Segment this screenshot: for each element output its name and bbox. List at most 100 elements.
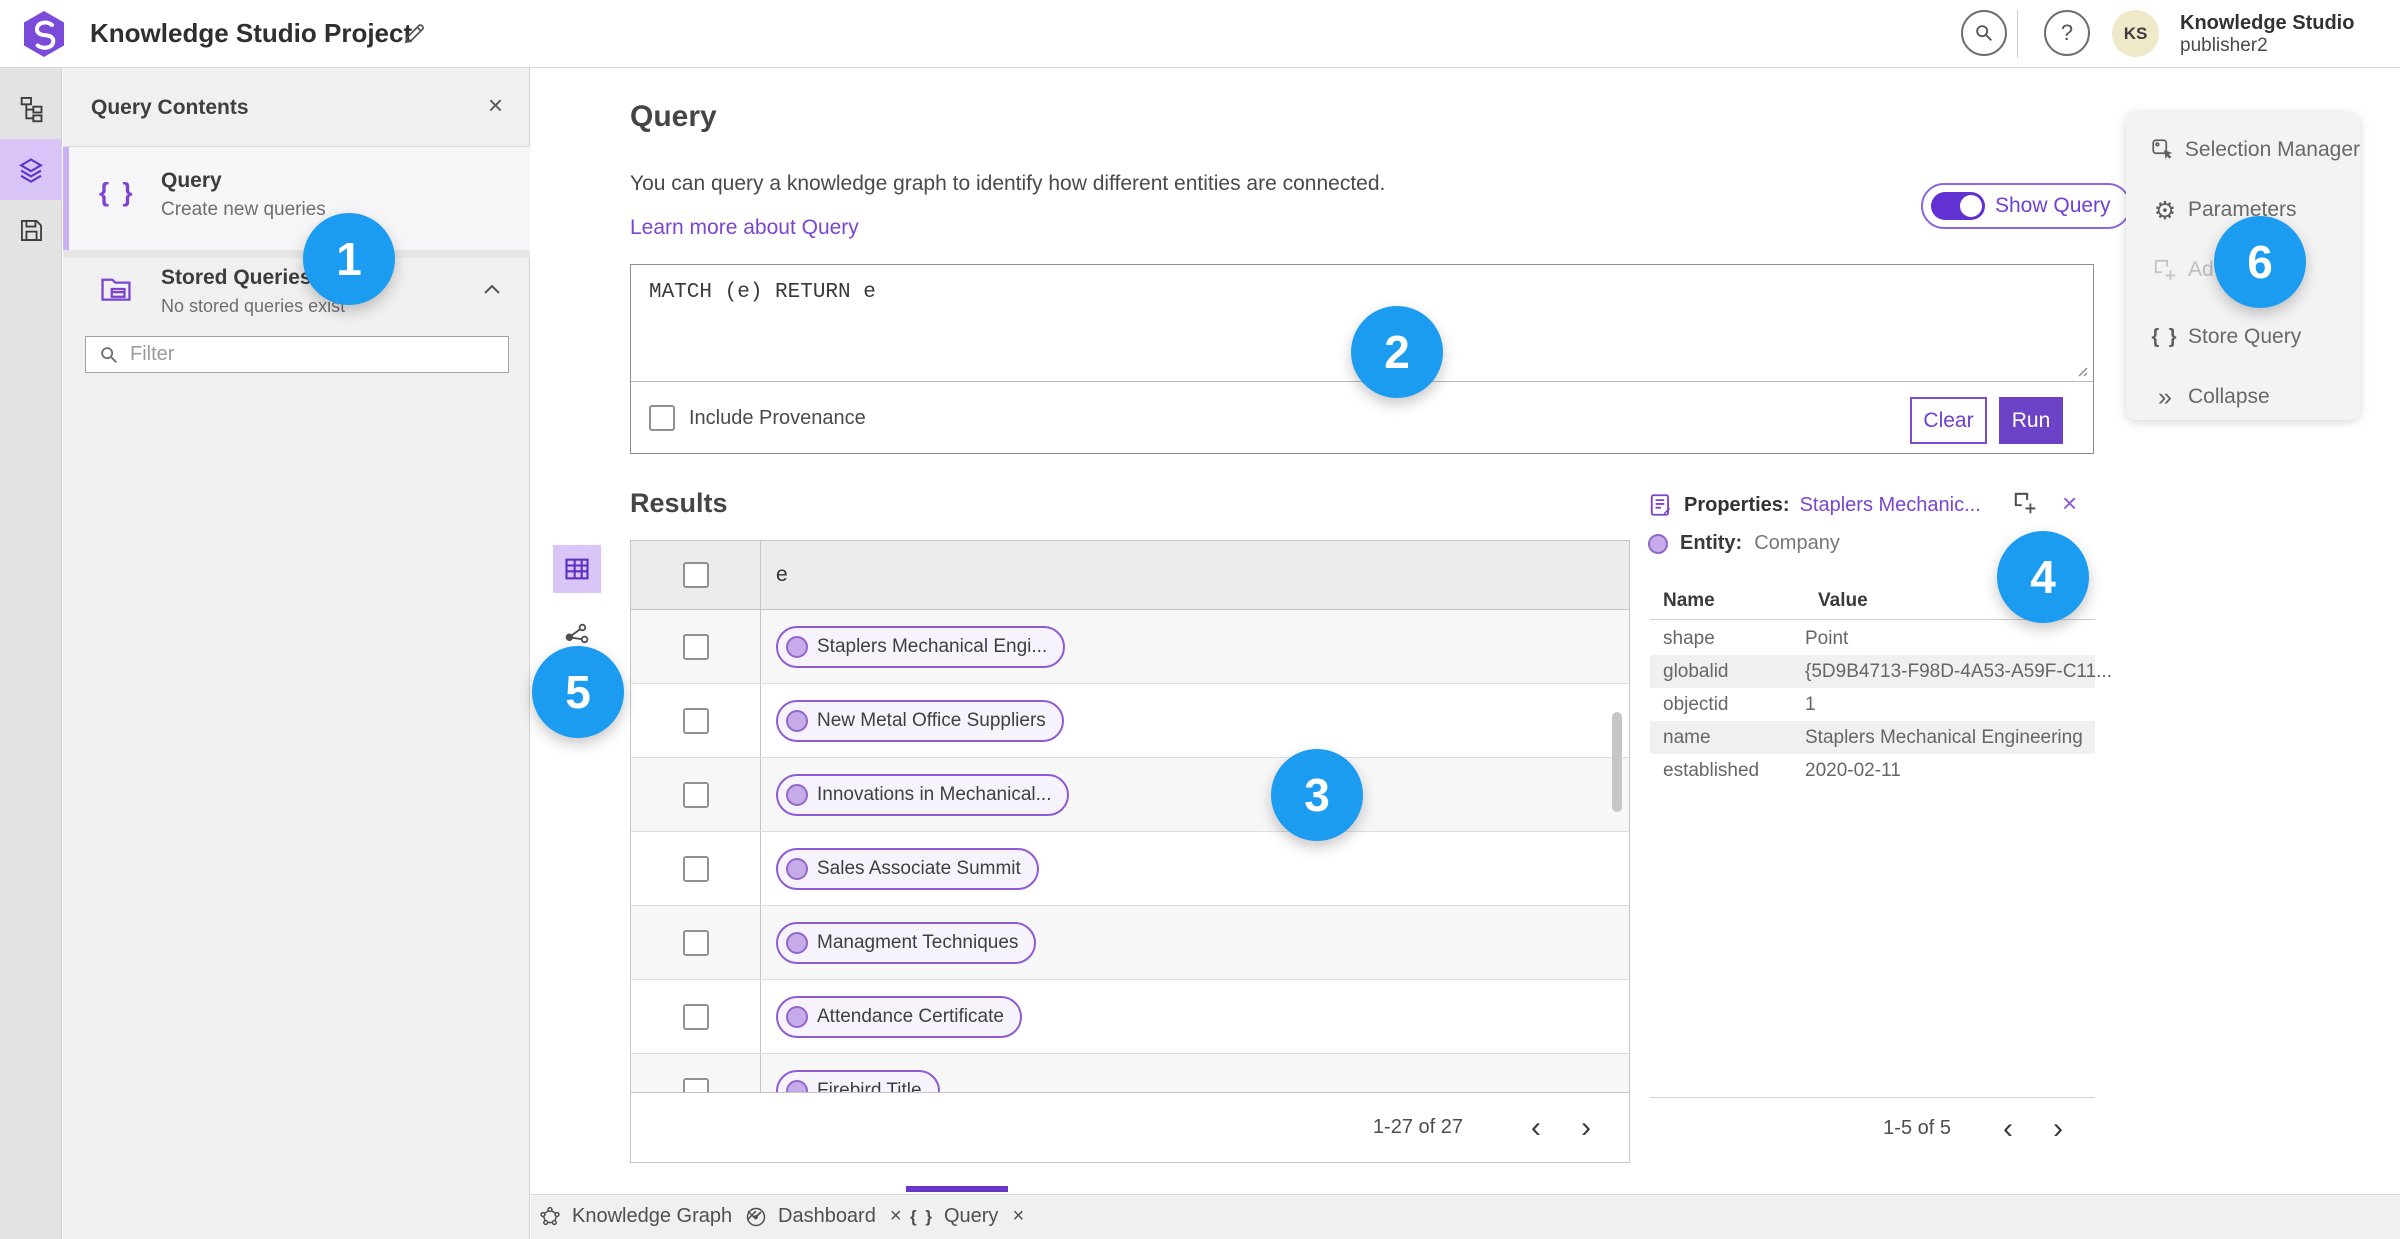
property-row[interactable]: objectid 1 — [1650, 688, 2095, 721]
entity-dot-icon — [786, 635, 808, 658]
entity-pill[interactable]: Managment Techniques — [776, 921, 1037, 964]
rail-item-query[interactable] — [0, 139, 62, 200]
action-collapse[interactable]: » Collapse — [2126, 369, 2360, 425]
next-page-button[interactable]: › — [1569, 1111, 1603, 1145]
property-row[interactable]: globalid {5D9B4713-F98D-4A53-A59F-C11... — [1650, 655, 2112, 688]
active-tab-indicator — [906, 1186, 1008, 1192]
run-button[interactable]: Run — [1999, 397, 2063, 444]
prev-page-button[interactable]: ‹ — [1991, 1112, 2025, 1146]
entity-type: Company — [1754, 532, 1840, 554]
annotation-badge-3: 3 — [1271, 749, 1363, 841]
prev-page-button[interactable]: ‹ — [1519, 1111, 1553, 1145]
entity-pill[interactable]: Attendance Certificate — [776, 995, 1022, 1038]
property-row[interactable]: name Staplers Mechanical Engineering — [1650, 721, 2095, 754]
next-page-button[interactable]: › — [2041, 1112, 2075, 1146]
tab-dashboard[interactable]: Dashboard × — [744, 1194, 902, 1239]
table-row[interactable]: Firebird Title — [631, 1054, 1629, 1092]
clear-button[interactable]: Clear — [1910, 397, 1987, 444]
add-to-new-icon — [2014, 492, 2036, 514]
entity-pill[interactable]: New Metal Office Suppliers — [776, 699, 1064, 742]
help-button[interactable]: ? — [2044, 10, 2090, 56]
properties-close-button[interactable]: × — [2062, 488, 2077, 519]
properties-header: Properties: Staplers Mechanic... — [1648, 492, 1981, 518]
close-icon: × — [1012, 1205, 1025, 1227]
entity-dot-icon — [786, 931, 808, 954]
item-label: Stored Queries — [161, 266, 312, 289]
prop-name: objectid — [1663, 693, 1729, 715]
table-row[interactable]: Managment Techniques — [631, 906, 1629, 980]
close-icon: × — [2062, 488, 2078, 518]
properties-entity-link[interactable]: Staplers Mechanic... — [1800, 494, 1981, 517]
tab-query[interactable]: { } Query × — [910, 1194, 1024, 1239]
chevron-right-icon: › — [1581, 1110, 1591, 1144]
item-label: Query — [161, 169, 222, 192]
row-checkbox[interactable] — [682, 929, 709, 956]
annotation-badge-6: 6 — [2214, 216, 2306, 308]
table-row[interactable]: Staplers Mechanical Engi... — [631, 610, 1629, 684]
account-name: Knowledge Studio — [2180, 12, 2355, 34]
entity-pill[interactable]: Innovations in Mechanical... — [776, 773, 1070, 816]
row-checkbox[interactable] — [682, 1077, 709, 1092]
table-row[interactable]: Attendance Certificate — [631, 980, 1629, 1054]
entity-label: Entity: — [1680, 532, 1743, 554]
entity-dot-icon — [786, 783, 808, 806]
results-scrollbar[interactable] — [1612, 712, 1622, 812]
prop-value: Staplers Mechanical Engineering — [1805, 726, 2083, 748]
toggle-knob — [1960, 195, 1982, 217]
query-contents-item-query[interactable]: { } Query Create new queries — [63, 147, 530, 250]
panel-close-button[interactable]: × — [488, 90, 503, 121]
resize-handle[interactable] — [2074, 363, 2088, 377]
property-row[interactable]: shape Point — [1650, 622, 2095, 655]
row-checkbox[interactable] — [682, 633, 709, 660]
collapse-section-button[interactable] — [480, 278, 504, 302]
search-button[interactable] — [1961, 10, 2007, 56]
avatar[interactable]: KS — [2112, 10, 2159, 57]
chevron-left-icon: ‹ — [1531, 1110, 1541, 1144]
show-query-toggle[interactable]: Show Query — [1921, 183, 2131, 229]
graph-icon — [540, 1206, 560, 1225]
chevron-up-icon — [484, 284, 500, 294]
open-in-new-button[interactable] — [2012, 490, 2038, 516]
rail-item-data-model[interactable] — [0, 78, 62, 139]
action-selection-manager[interactable]: Selection Manager — [2126, 122, 2360, 178]
row-checkbox[interactable] — [682, 1003, 709, 1030]
properties-table: shape Point globalid {5D9B4713-F98D-4A53… — [1650, 622, 2112, 787]
edit-title-button[interactable] — [398, 18, 430, 50]
prop-name: shape — [1663, 627, 1715, 649]
row-checkbox[interactable] — [682, 855, 709, 882]
column-header-e: e — [776, 563, 788, 586]
results-table: e Staplers Mechanical Engi... New Metal … — [630, 540, 1630, 1163]
close-tab-button[interactable]: × — [890, 1205, 902, 1228]
table-row[interactable]: Sales Associate Summit — [631, 832, 1629, 906]
learn-more-link[interactable]: Learn more about Query — [630, 216, 859, 240]
select-all-checkbox[interactable] — [682, 562, 709, 588]
table-view-button[interactable] — [553, 545, 601, 593]
search-icon — [101, 346, 117, 363]
panel-title: Query Contents — [91, 96, 249, 119]
prop-value: Point — [1805, 627, 1849, 649]
stored-queries-section[interactable]: Stored Queries No stored queries exist — [63, 258, 530, 330]
include-provenance-checkbox[interactable] — [649, 405, 675, 431]
property-row[interactable]: established 2020-02-11 — [1650, 754, 2095, 787]
entity-pill[interactable]: Firebird Title — [776, 1069, 940, 1092]
table-row[interactable]: Innovations in Mechanical... — [631, 758, 1629, 832]
gear-icon: ⚙ — [2153, 195, 2177, 225]
action-store-query[interactable]: { } Store Query — [2126, 309, 2360, 365]
entity-pill[interactable]: Staplers Mechanical Engi... — [776, 625, 1066, 668]
filter-input[interactable] — [130, 343, 480, 366]
close-tab-button[interactable]: × — [1012, 1205, 1024, 1228]
entity-pill[interactable]: Sales Associate Summit — [776, 847, 1039, 890]
entity-dot-icon — [786, 1005, 808, 1028]
table-row[interactable]: New Metal Office Suppliers — [631, 684, 1629, 758]
tab-knowledge-graph[interactable]: Knowledge Graph × — [538, 1194, 758, 1239]
row-checkbox[interactable] — [682, 707, 709, 734]
properties-label: Properties: — [1684, 493, 1790, 516]
toggle-switch[interactable] — [1931, 192, 1985, 220]
account-info[interactable]: Knowledge Studio publisher2 — [2180, 11, 2354, 58]
row-checkbox[interactable] — [682, 781, 709, 808]
entity-type-dot-icon — [1648, 533, 1668, 554]
prop-col-name: Name — [1663, 590, 1715, 611]
rail-item-save[interactable] — [0, 200, 62, 261]
results-heading: Results — [630, 488, 728, 518]
filter-field — [85, 336, 509, 373]
